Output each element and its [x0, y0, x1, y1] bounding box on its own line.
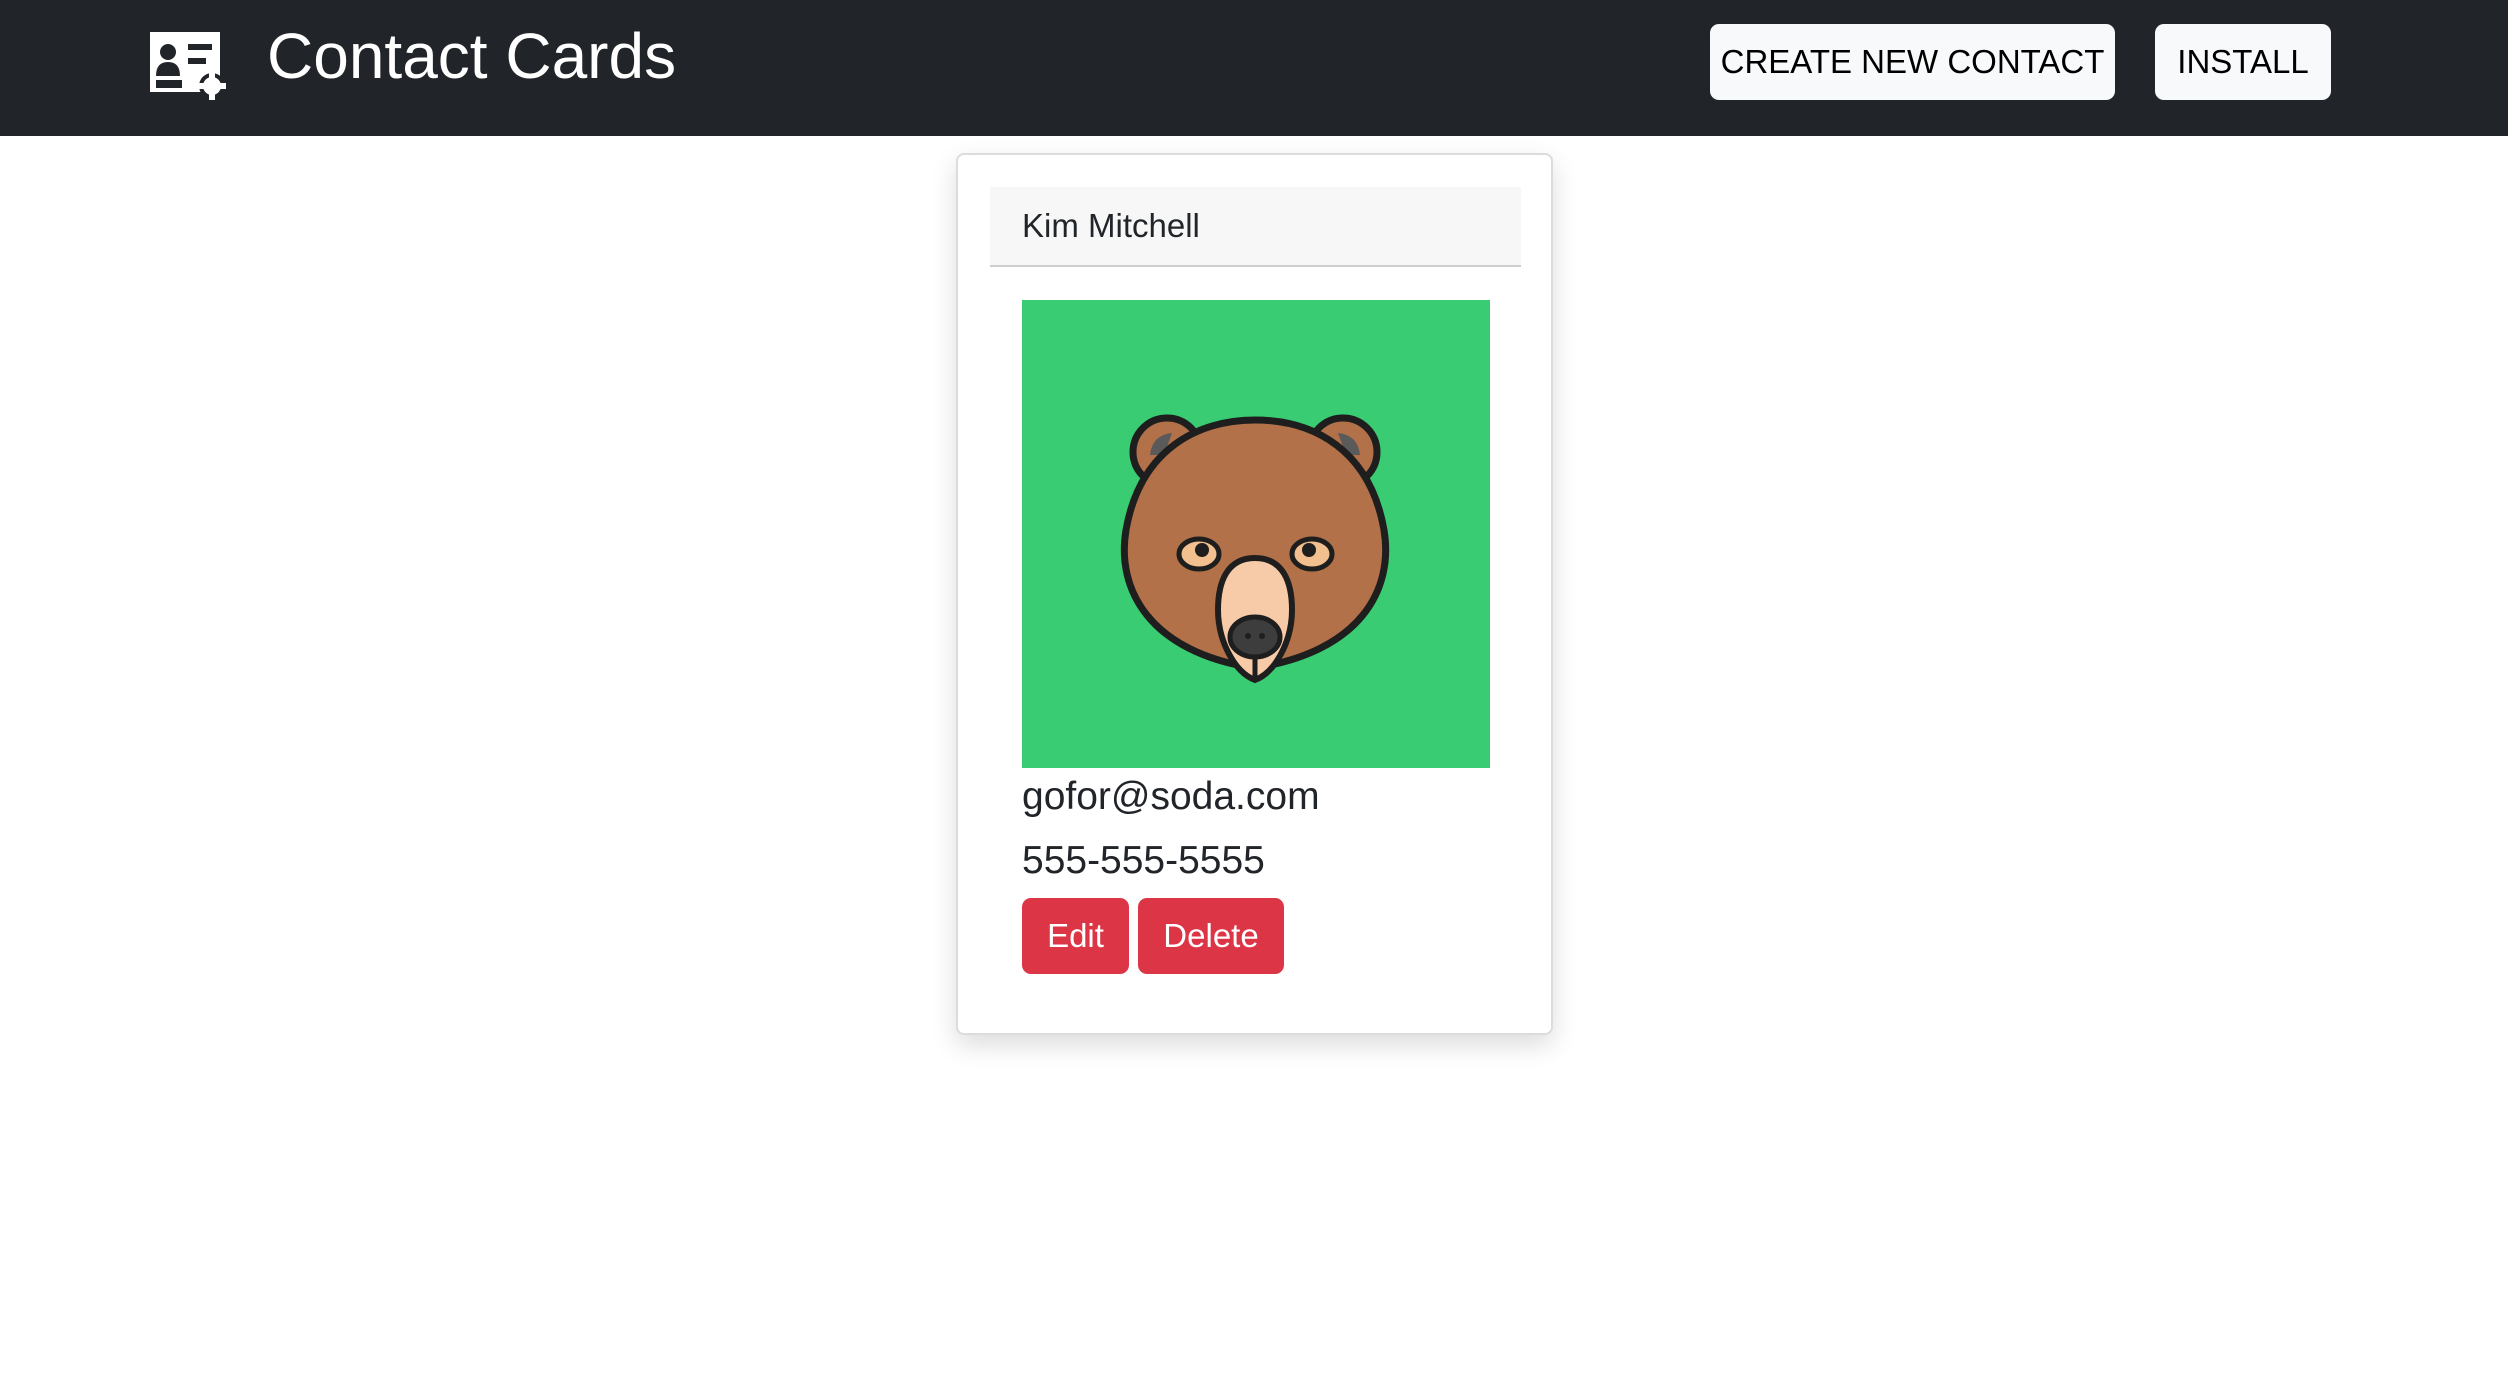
bear-icon [1120, 414, 1390, 684]
navbar: Contact Cards CREATE NEW CONTACT INSTALL [0, 0, 2508, 136]
create-new-contact-button[interactable]: CREATE NEW CONTACT [1710, 24, 2115, 100]
contact-name: Kim Mitchell [1022, 207, 1200, 244]
edit-button[interactable]: Edit [1022, 898, 1129, 974]
card-header: Kim Mitchell [990, 187, 1521, 267]
contact-email: gofor@soda.com [1022, 775, 1320, 818]
delete-button[interactable]: Delete [1138, 898, 1284, 974]
app-title: Contact Cards [267, 20, 677, 92]
install-button[interactable]: INSTALL [2155, 24, 2331, 100]
contact-card: Kim Mitchell gofor@soda.com 555-555-5555 [956, 153, 1553, 1035]
contact-avatar [1022, 300, 1490, 768]
contact-card-icon [148, 30, 228, 104]
contact-phone: 555-555-5555 [1022, 839, 1265, 882]
